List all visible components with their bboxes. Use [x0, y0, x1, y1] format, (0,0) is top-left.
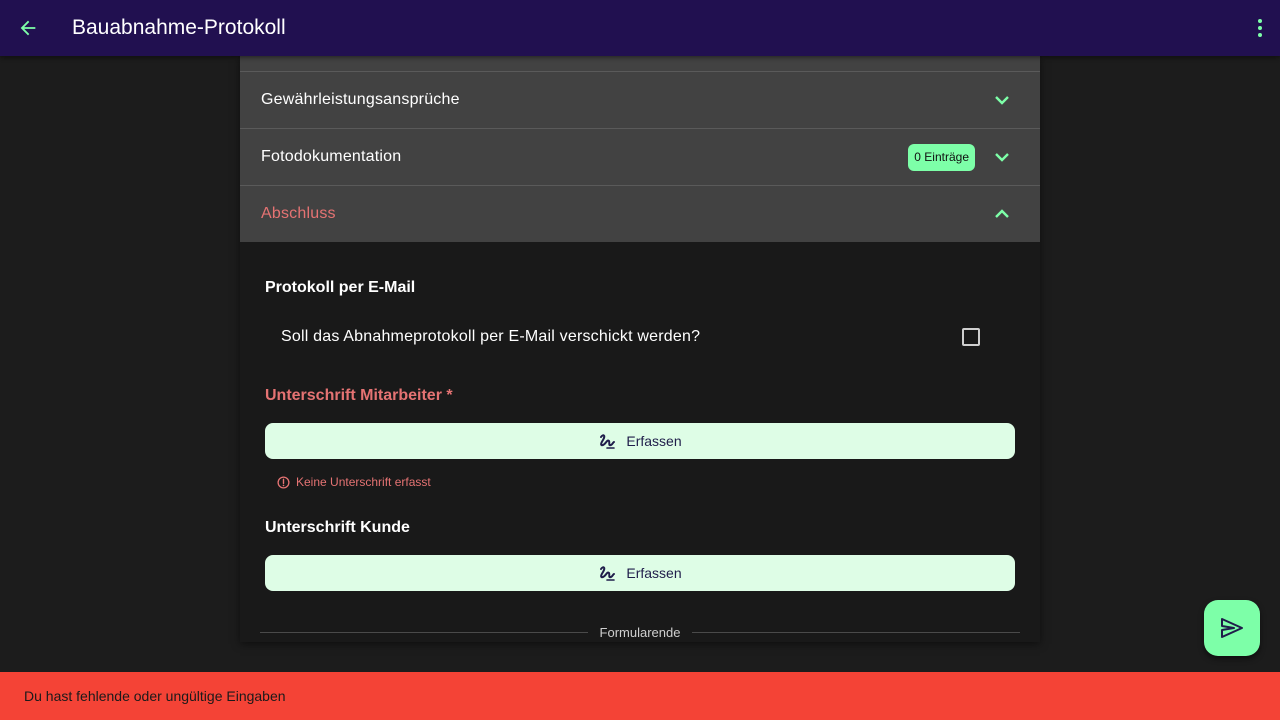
signature-icon: [600, 434, 616, 449]
arrow-left-icon: [20, 20, 36, 36]
divider-line: [692, 631, 1020, 633]
entries-badge: 0 Einträge: [908, 143, 975, 171]
form-panel: Gewährleistungsansprüche Fotodokumentati…: [240, 56, 1040, 642]
snackbar-message: Du hast fehlende oder ungültige Eingaben: [24, 688, 286, 704]
error-text: Keine Unterschrift erfasst: [296, 475, 431, 489]
divider-line: [260, 631, 588, 633]
email-question: Soll das Abnahmeprotokoll per E-Mail ver…: [281, 328, 701, 345]
email-heading: Protokoll per E-Mail: [265, 279, 416, 296]
signature-employee-error: Keine Unterschrift erfasst: [277, 475, 431, 489]
section-abschluss[interactable]: Abschluss: [240, 185, 1040, 242]
chevron-down-icon: [992, 90, 1012, 110]
section-gewaehrleistung[interactable]: Gewährleistungsansprüche: [240, 71, 1040, 128]
signature-employee-heading: Unterschrift Mitarbeiter *: [265, 387, 453, 404]
chevron-up-icon: [992, 204, 1012, 224]
section-label: Gewährleistungsansprüche: [261, 91, 460, 108]
section-label: Fotodokumentation: [261, 148, 402, 165]
capture-button-label: Erfassen: [626, 433, 682, 449]
error-snackbar: Du hast fehlende oder ungültige Eingaben: [0, 672, 1280, 720]
form-end-divider: Formularende: [260, 624, 1020, 640]
email-checkbox[interactable]: [962, 328, 980, 346]
send-icon: [1221, 618, 1243, 638]
app-bar: Bauabnahme-Protokoll: [0, 0, 1280, 56]
more-vert-icon: [1258, 19, 1262, 37]
form-end-label: Formularende: [599, 624, 681, 640]
capture-employee-signature-button[interactable]: Erfassen: [265, 423, 1015, 459]
error-circle-icon: [277, 475, 290, 489]
chevron-down-icon: [992, 147, 1012, 167]
section-label: Abschluss: [261, 205, 336, 222]
signature-customer-heading: Unterschrift Kunde: [265, 519, 410, 536]
capture-customer-signature-button[interactable]: Erfassen: [265, 555, 1015, 591]
submit-fab[interactable]: [1204, 600, 1260, 656]
page-title: Bauabnahme-Protokoll: [72, 16, 286, 39]
capture-button-label: Erfassen: [626, 565, 682, 581]
signature-icon: [600, 566, 616, 581]
back-button[interactable]: [12, 12, 44, 44]
section-fotodokumentation[interactable]: Fotodokumentation 0 Einträge: [240, 128, 1040, 185]
overflow-menu-button[interactable]: [1248, 12, 1272, 44]
section-row-hidden: [240, 56, 1040, 71]
